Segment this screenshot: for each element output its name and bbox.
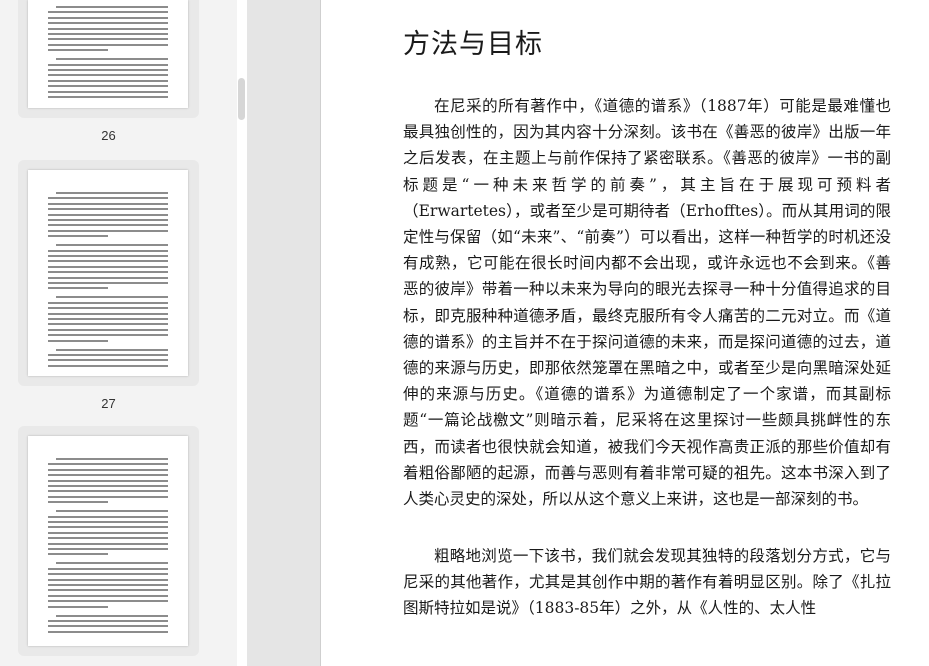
thumbnail-text-line — [48, 74, 168, 77]
thumbnail-text-line — [48, 323, 168, 326]
thumbnail-text-line — [56, 58, 168, 61]
thumbnail-text-line — [48, 630, 168, 633]
thumbnail-text-line — [48, 468, 168, 471]
thumbnail-text-line — [48, 318, 168, 320]
thumbnail-text-line — [48, 213, 168, 216]
thumbnail-text-line — [48, 63, 168, 66]
thumbnail-text-line — [48, 495, 168, 498]
thumbnail-text-line — [48, 589, 168, 592]
thumbnail-page-image — [28, 170, 188, 376]
thumbnail-text-line — [56, 6, 168, 8]
thumbnail-text-line — [48, 485, 168, 487]
document-page: 方法与目标 在尼采的所有著作中，《道德的谱系》（1887年）可能是最难懂也最具独… — [320, 0, 929, 666]
thumbnail-text-line — [48, 553, 108, 556]
thumbnail-text-line — [48, 249, 168, 252]
thumbnail-text-line — [48, 265, 168, 268]
thumbnail-text-line — [48, 208, 168, 211]
thumbnail-text-line — [48, 490, 168, 493]
thumbnail-text-line — [48, 307, 168, 310]
thumbnail-text-line — [48, 11, 168, 14]
thumbnail-text-line — [48, 364, 168, 367]
thumbnail-text-line — [48, 548, 168, 550]
thumbnail-text-line — [48, 578, 168, 581]
thumbnail-text-line — [56, 296, 168, 299]
thumbnail-text-line — [48, 260, 168, 263]
thumbnail-text-line — [56, 458, 168, 460]
thumbnail-text-line — [56, 614, 168, 617]
thumbnail-text-line — [48, 600, 168, 603]
thumbnail-page-number: 27 — [101, 396, 116, 411]
thumbnail-text-line — [48, 287, 108, 290]
thumbnail-text-line — [48, 354, 168, 356]
thumbnail-text-line — [48, 276, 168, 279]
thumbnail-text-line — [48, 463, 168, 466]
thumbnail-text-line — [56, 562, 168, 565]
thumbnail-text-line — [48, 339, 108, 342]
thumbnail-text-line — [48, 531, 168, 534]
thumbnail-text-line — [48, 573, 168, 576]
thumbnail-text-line — [48, 515, 168, 518]
thumbnail-text-line — [48, 271, 168, 274]
thumbnail-sidebar: 26 27 — [0, 0, 237, 666]
thumbnail-page-number: 26 — [101, 128, 116, 143]
thumbnail-text-line — [48, 537, 168, 540]
body-paragraph: 在尼采的所有著作中，《道德的谱系》（1887年）可能是最难懂也最具独创性的，因为… — [403, 97, 891, 509]
thumbnail-text-line — [48, 16, 168, 19]
thumbnail-text-line — [48, 69, 168, 71]
thumbnail-text-line — [48, 255, 168, 257]
thumbnail-text-line — [48, 22, 168, 25]
thumbnail-text-line — [48, 605, 108, 608]
thumbnail-text-line — [56, 192, 168, 194]
thumbnail-text-line — [48, 33, 168, 35]
thumbnail-text-line — [48, 38, 168, 41]
body-paragraph: 粗略地浏览一下该书，我们就会发现其独特的段落划分方式，它与尼采的其他著作，尤其是… — [403, 547, 891, 618]
page-thumbnail[interactable] — [18, 426, 199, 656]
thumbnail-page-image — [28, 436, 188, 646]
thumbnail-text-line — [48, 202, 168, 205]
thumbnail-text-line — [48, 49, 108, 52]
thumbnail-text-line — [48, 521, 168, 523]
thumbnail-text-line — [48, 43, 168, 46]
thumbnail-text-line — [48, 625, 168, 628]
thumbnail-text-line — [56, 348, 168, 351]
thumbnail-text-line — [56, 244, 168, 247]
page-title: 方法与目标 — [403, 29, 543, 60]
thumbnail-text-line — [48, 90, 168, 93]
thumbnail-text-line — [48, 96, 168, 98]
thumbnail-text-line — [48, 479, 168, 482]
thumbnail-text-line — [48, 224, 168, 227]
thumbnail-text-line — [48, 235, 108, 238]
thumbnail-text-line — [48, 567, 168, 570]
thumbnail-text-line — [48, 197, 168, 200]
thumbnail-text-line — [48, 542, 168, 545]
page-thumbnail[interactable] — [18, 160, 199, 386]
thumbnail-text-line — [48, 79, 168, 82]
thumbnail-text-line — [48, 229, 168, 232]
thumbnail-text-line — [48, 27, 168, 30]
thumbnail-text-line — [48, 526, 168, 529]
thumbnail-page-image — [28, 0, 188, 108]
thumbnail-text-line — [56, 510, 168, 513]
thumbnail-text-line — [48, 501, 108, 504]
thumbnail-text-line — [48, 474, 168, 477]
thumbnail-text-line — [48, 219, 168, 221]
thumbnail-text-line — [48, 584, 168, 586]
thumbnail-text-line — [48, 328, 168, 331]
pane-gutter — [247, 0, 320, 666]
thumbnail-text-line — [48, 85, 168, 88]
sidebar-scrollbar[interactable] — [238, 78, 245, 120]
thumbnail-text-line — [48, 301, 168, 304]
thumbnail-text-line — [48, 620, 168, 622]
thumbnail-text-line — [48, 594, 168, 597]
thumbnail-text-line — [48, 282, 168, 284]
page-thumbnail[interactable] — [18, 0, 199, 118]
thumbnail-text-line — [48, 359, 168, 362]
thumbnail-text-line — [48, 334, 168, 337]
thumbnail-text-line — [48, 312, 168, 315]
